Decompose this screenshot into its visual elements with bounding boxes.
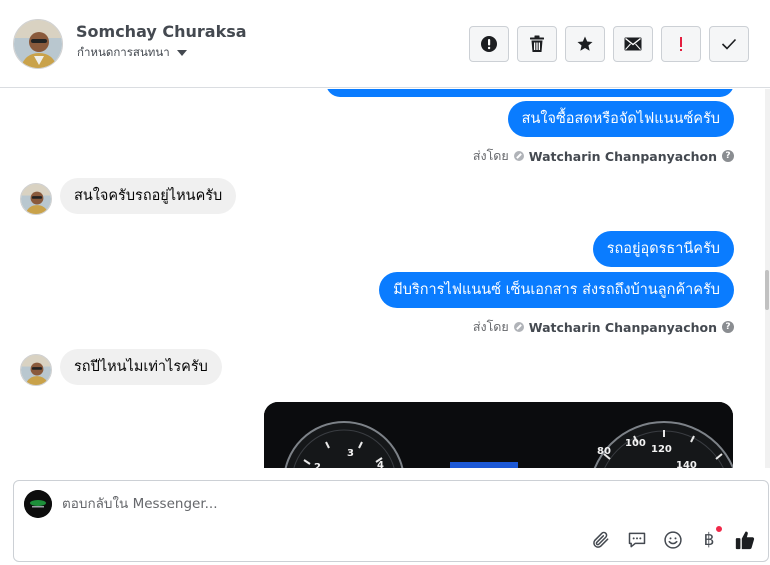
outgoing-message[interactable]: สนใจซื้อสดหรือจัดไฟแนนซ์ครับ (507, 101, 734, 137)
gauge-label: 120 (651, 444, 672, 455)
new-feature-dot (715, 525, 723, 533)
car-dashboard-photo[interactable]: 2 3 4 80 100 120 140 (264, 402, 733, 468)
like-icon (735, 531, 755, 550)
composer-actions: ฿ (590, 525, 756, 551)
thread-scrollbar-thumb[interactable] (765, 270, 769, 310)
outgoing-message[interactable]: มีบริการไฟแนนซ์ เซ็นเอกสาร ส่งรถถึงบ้านล… (379, 272, 734, 308)
sender-name[interactable]: Watcharin Chanpanyachon (529, 320, 717, 335)
mark-important-button[interactable] (661, 26, 701, 62)
sent-by-prefix: ส่งโดย (472, 319, 509, 334)
contact-avatar-small[interactable] (20, 354, 52, 386)
incoming-message[interactable]: รถปีไหนไมเท่าไรครับ (60, 349, 222, 385)
mark-done-button[interactable] (709, 26, 749, 62)
contact-name[interactable]: Somchay Churaksa (76, 22, 247, 41)
exclamation-icon (680, 37, 682, 51)
delete-button[interactable] (517, 26, 557, 62)
gauge-label: 3 (347, 448, 354, 459)
paperclip-icon (593, 531, 609, 548)
saved-replies-button[interactable] (626, 529, 648, 551)
contact-avatar[interactable] (13, 19, 63, 69)
envelope-icon (624, 37, 642, 51)
page-avatar (24, 490, 52, 518)
exclamation-circle-icon (481, 36, 497, 52)
attach-button[interactable] (590, 529, 612, 551)
report-spam-button[interactable] (469, 26, 509, 62)
sent-by-label: ส่งโดย Watcharin Chanpanyachon ? (473, 317, 734, 337)
verified-admin-icon (513, 151, 524, 161)
conversation-header: Somchay Churaksa กำหนดการสนทนา (0, 0, 770, 88)
reply-input[interactable] (62, 492, 562, 516)
incoming-message[interactable]: สนใจครับรถอยู่ไหนครับ (60, 178, 237, 214)
sent-by-label: ส่งโดย Watcharin Chanpanyachon ? (473, 146, 734, 166)
conversation-options-dropdown[interactable]: กำหนดการสนทนา (77, 44, 187, 62)
conversation-options-label: กำหนดการสนทนา (77, 45, 170, 59)
baht-payment-icon: ฿ (703, 530, 715, 550)
like-button[interactable] (734, 529, 756, 551)
message-thread[interactable]: สนใจซื้อสดหรือจัดไฟแนนซ์ครับ ส่งโดย Watc… (0, 89, 764, 468)
payment-button[interactable]: ฿ (698, 525, 723, 551)
emoji-icon (664, 531, 682, 549)
reply-composer: ฿ (13, 480, 769, 562)
header-toolbar (469, 26, 749, 62)
mark-unread-button[interactable] (613, 26, 653, 62)
gauge-label: 4 (377, 460, 384, 468)
contact-avatar-small[interactable] (20, 183, 52, 215)
sender-name[interactable]: Watcharin Chanpanyachon (529, 149, 717, 164)
emoji-button[interactable] (662, 529, 684, 551)
caret-down-icon (176, 50, 187, 56)
gauge-label: 2 (314, 462, 321, 468)
sent-by-prefix: ส่งโดย (472, 148, 509, 163)
check-icon (721, 38, 737, 50)
help-icon[interactable]: ? (722, 321, 734, 333)
quick-reply-icon (628, 532, 646, 548)
gauge-label: 140 (676, 460, 697, 468)
verified-admin-icon (513, 322, 524, 332)
gauge-label: 80 (597, 446, 611, 457)
previous-message-bubble (326, 89, 734, 97)
help-icon[interactable]: ? (722, 150, 734, 162)
outgoing-message[interactable]: รถอยู่อุดรธานีครับ (592, 231, 734, 267)
trash-icon (530, 35, 544, 52)
star-button[interactable] (565, 26, 605, 62)
star-icon (577, 36, 593, 51)
gauge-label: 100 (625, 438, 646, 449)
